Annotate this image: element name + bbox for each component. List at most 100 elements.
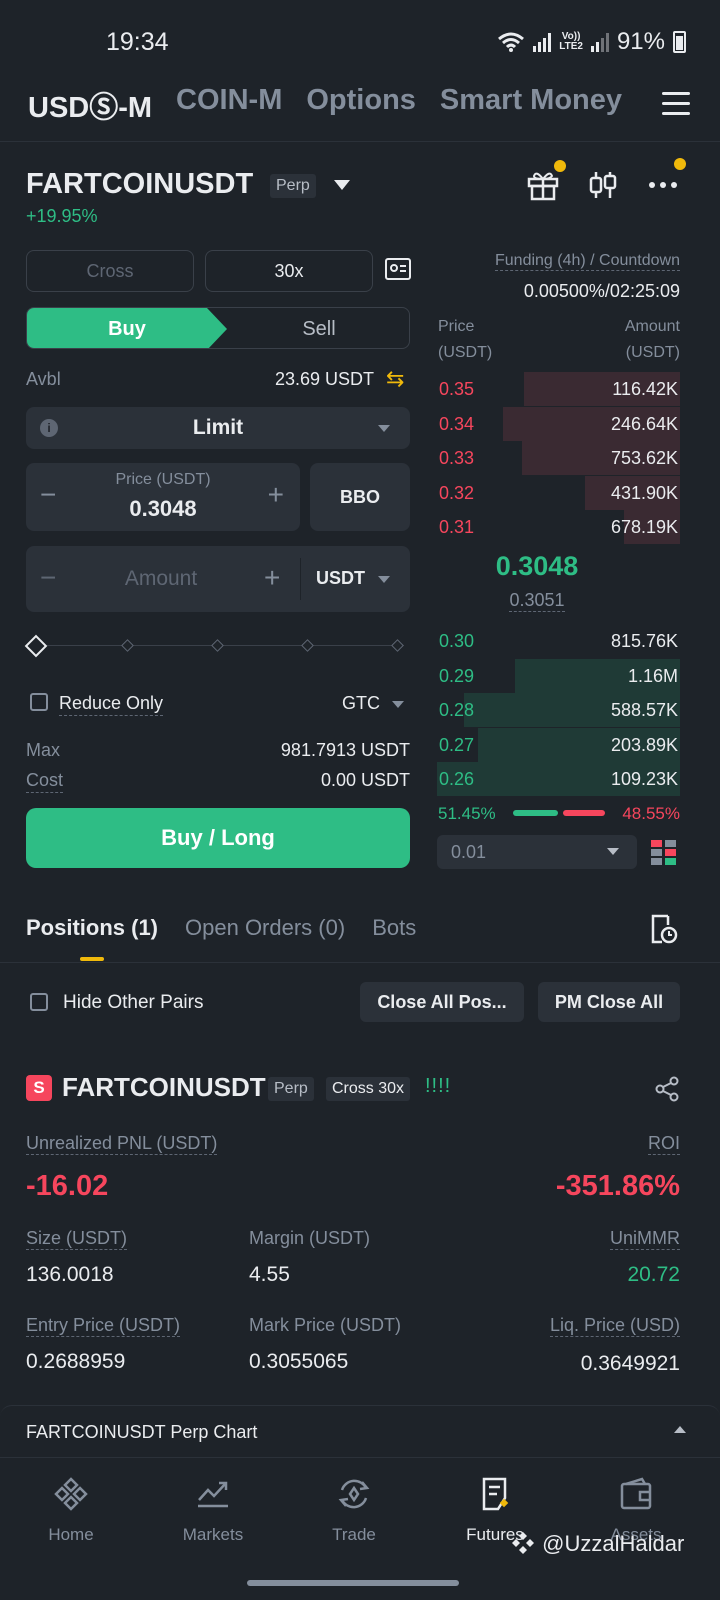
depth-step-select[interactable]: 0.01 xyxy=(437,835,637,869)
unimmr-value: 20.72 xyxy=(627,1263,680,1286)
slider-step-25[interactable] xyxy=(121,639,134,652)
chevron-down-icon xyxy=(607,848,619,855)
bid-amount: 815.76K xyxy=(610,631,678,651)
leverage-button[interactable]: 30x xyxy=(205,250,373,292)
mark-price: 0.3051 xyxy=(509,590,565,612)
buy-ratio-bar xyxy=(513,810,558,816)
time-in-force-select[interactable]: GTC xyxy=(342,693,404,714)
signal-icon-2 xyxy=(590,32,609,52)
reduce-only-label[interactable]: Reduce Only xyxy=(59,693,164,716)
tab-coin-m[interactable]: COIN-M xyxy=(176,84,282,128)
nav-home-label: Home xyxy=(48,1525,94,1544)
slider-step-50[interactable] xyxy=(211,639,224,652)
divider xyxy=(0,141,720,142)
bid-row[interactable]: 0.27 203.89K xyxy=(437,727,680,762)
margin-mode-button[interactable]: Cross xyxy=(26,250,194,292)
close-all-positions-button[interactable]: Close All Pos... xyxy=(360,982,524,1022)
bid-row[interactable]: 0.28 588.57K xyxy=(437,693,680,727)
available-balance: 23.69 USDT xyxy=(274,369,374,389)
ask-amount: 753.62K xyxy=(610,448,678,468)
divider xyxy=(300,558,301,600)
positions-tabs: Positions (1) Open Orders (0) Bots xyxy=(26,915,416,941)
unimmr-label: UniMMR xyxy=(610,1228,680,1250)
gift-icon[interactable] xyxy=(526,160,566,202)
bid-row[interactable]: 0.30 815.76K xyxy=(437,624,680,658)
nav-markets[interactable]: Markets xyxy=(158,1476,268,1545)
reduce-only-checkbox[interactable] xyxy=(30,693,48,711)
symbol-title[interactable]: FARTCOINUSDT xyxy=(26,168,253,201)
order-type-select[interactable]: i Limit xyxy=(26,407,410,449)
asset-mode-icon[interactable] xyxy=(385,258,411,280)
hide-other-pairs-checkbox[interactable] xyxy=(30,993,48,1011)
amount-input[interactable]: − Amount + USDT xyxy=(26,546,410,612)
tab-usds-m[interactable]: USDⓈ-M xyxy=(28,84,152,128)
ask-row[interactable]: 0.32 431.90K xyxy=(437,475,680,510)
transfer-icon[interactable]: ⇆ xyxy=(386,366,404,392)
price-increment-button[interactable]: + xyxy=(268,481,284,509)
tab-positions[interactable]: Positions (1) xyxy=(26,915,158,941)
bbo-button[interactable]: BBO xyxy=(310,463,410,531)
nav-trade[interactable]: Trade xyxy=(299,1476,409,1545)
menu-icon[interactable] xyxy=(662,92,690,116)
candlestick-chart-icon[interactable] xyxy=(586,168,620,202)
tab-open-orders[interactable]: Open Orders (0) xyxy=(185,915,345,941)
ask-row[interactable]: 0.31 678.19K xyxy=(437,510,680,544)
amount-decrement-button[interactable]: − xyxy=(40,564,56,592)
slider-step-100[interactable] xyxy=(391,639,404,652)
max-value: 981.7913 USDT xyxy=(280,740,410,760)
buy-ratio: 51.45% xyxy=(438,804,496,823)
info-icon[interactable]: i xyxy=(40,419,58,437)
bid-amount: 1.16M xyxy=(627,665,678,686)
home-indicator[interactable] xyxy=(247,1580,459,1586)
symbol-dropdown-icon[interactable] xyxy=(334,180,350,190)
orderbook-layout-icon[interactable] xyxy=(650,838,678,866)
market-type-tabs: USDⓈ-M COIN-M Options Smart Money xyxy=(28,84,688,128)
sell-tab[interactable]: Sell xyxy=(227,308,409,348)
pm-close-all-button[interactable]: PM Close All xyxy=(538,982,680,1022)
price-value[interactable]: 0.3048 xyxy=(26,496,300,522)
ask-row[interactable]: 0.33 753.62K xyxy=(437,441,680,475)
bid-amount: 588.57K xyxy=(610,700,678,720)
tab-bots[interactable]: Bots xyxy=(372,915,416,941)
cost-label: Cost xyxy=(26,770,64,793)
buy-long-button[interactable]: Buy / Long xyxy=(26,808,410,868)
share-icon[interactable] xyxy=(654,1076,680,1102)
price-decrement-button[interactable]: − xyxy=(40,481,56,509)
risk-indicator: !!!! xyxy=(425,1075,452,1097)
margin-label: Margin (USDT) xyxy=(249,1228,371,1248)
time-in-force-value: GTC xyxy=(342,693,380,713)
hide-other-pairs-label[interactable]: Hide Other Pairs xyxy=(63,992,203,1014)
order-history-icon[interactable] xyxy=(650,913,678,945)
nav-home[interactable]: Home xyxy=(16,1476,126,1545)
buy-tab[interactable]: Buy xyxy=(27,308,227,348)
volte-icon: Vo)) LTE2 xyxy=(559,31,583,52)
amount-increment-button[interactable]: + xyxy=(264,564,280,592)
bid-row[interactable]: 0.26 109.23K xyxy=(437,762,680,796)
bid-row[interactable]: 0.29 1.16M xyxy=(437,658,680,693)
trade-icon xyxy=(338,1479,370,1509)
bid-price: 0.30 xyxy=(439,631,475,651)
slider-step-75[interactable] xyxy=(301,639,314,652)
tab-options[interactable]: Options xyxy=(306,84,416,128)
price-input[interactable]: Price (USDT) 0.3048 − + xyxy=(26,463,300,531)
order-type-value: Limit xyxy=(192,416,244,439)
ask-price: 0.35 xyxy=(439,379,475,399)
amount-unit-select[interactable]: USDT xyxy=(316,568,365,589)
ask-row[interactable]: 0.34 246.64K xyxy=(437,406,680,441)
ask-amount: 116.42K xyxy=(612,379,678,399)
chart-drawer[interactable]: FARTCOINUSDT Perp Chart xyxy=(0,1405,720,1457)
position-symbol[interactable]: FARTCOINUSDT xyxy=(62,1072,266,1103)
chevron-down-icon xyxy=(378,576,390,583)
ask-row[interactable]: 0.35 116.42K xyxy=(437,372,680,406)
amount-slider[interactable] xyxy=(24,634,410,658)
chevron-up-icon[interactable] xyxy=(674,1426,686,1433)
price-change: +19.95% xyxy=(26,206,98,226)
more-icon[interactable] xyxy=(646,158,686,202)
home-icon xyxy=(54,1477,88,1511)
tab-smart-money[interactable]: Smart Money xyxy=(440,84,622,128)
markets-icon xyxy=(198,1481,228,1508)
amount-placeholder[interactable]: Amount xyxy=(86,567,236,591)
slider-thumb[interactable] xyxy=(24,634,48,658)
bid-price: 0.26 xyxy=(439,769,475,789)
orderbook-price-header: Price (USDT) xyxy=(438,318,493,361)
